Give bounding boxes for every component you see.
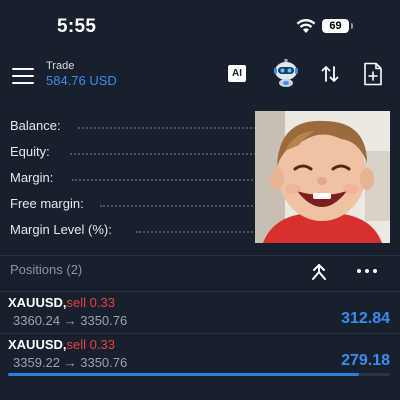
metric-equity: Equity: <box>10 142 260 162</box>
sort-icon[interactable] <box>320 64 340 84</box>
open-price: 3360.24 <box>13 313 60 328</box>
child-photo <box>255 111 390 243</box>
metric-label: Margin: <box>10 170 54 185</box>
menu-icon[interactable] <box>12 68 34 84</box>
position-side: sell 0.33 <box>66 337 115 352</box>
robot-icon[interactable] <box>273 59 299 87</box>
metric-margin-level: Margin Level (%): <box>10 220 260 240</box>
position-prices: 3359.22 → 3350.76 <box>13 355 128 370</box>
new-document-icon[interactable] <box>363 62 383 86</box>
wifi-icon <box>296 18 316 39</box>
status-bar: 5:55 69 <box>0 0 400 50</box>
account-balance: 584.76 USD <box>46 73 117 88</box>
top-toolbar: Trade 584.76 USD AI <box>0 56 400 96</box>
metric-label: Equity: <box>10 144 50 159</box>
dotted-leader <box>78 127 260 129</box>
position-prices: 3360.24 → 3350.76 <box>13 313 128 328</box>
dotted-leader <box>100 205 260 207</box>
screen-title: Trade <box>46 60 75 72</box>
battery-indicator: 69 <box>322 19 349 33</box>
battery-tip <box>351 23 353 29</box>
position-row[interactable]: XAUUSD,sell 0.33 3360.24 → 3350.76 312.8… <box>0 291 400 335</box>
merge-arrows-icon[interactable] <box>310 262 328 282</box>
current-price: 3350.76 <box>80 355 128 370</box>
current-price: 3350.76 <box>80 313 128 328</box>
positions-title: Positions (2) <box>10 262 83 277</box>
metric-label: Balance: <box>10 118 61 133</box>
ai-button[interactable]: AI <box>228 65 246 82</box>
dotted-leader <box>70 153 260 155</box>
scroll-progress-track <box>8 373 390 376</box>
status-time: 5:55 <box>57 16 97 37</box>
position-symbol: XAUUSD <box>8 295 63 310</box>
metric-balance: Balance: <box>10 116 260 136</box>
dotted-leader <box>72 179 260 181</box>
position-symbol-line: XAUUSD,sell 0.33 <box>8 337 115 352</box>
position-symbol: XAUUSD <box>8 337 63 352</box>
dotted-leader <box>136 231 260 233</box>
position-side: sell 0.33 <box>66 295 115 310</box>
metric-free-margin: Free margin: <box>10 194 260 214</box>
metric-margin: Margin: <box>10 168 260 188</box>
metric-label: Margin Level (%): <box>10 222 112 237</box>
scroll-progress-fill <box>8 373 360 376</box>
metric-label: Free margin: <box>10 196 84 211</box>
positions-header: Positions (2) <box>0 256 400 292</box>
position-row[interactable]: XAUUSD,sell 0.33 3359.22 → 3350.76 279.1… <box>0 333 400 377</box>
more-options-icon[interactable] <box>356 264 378 278</box>
position-profit: 312.84 <box>341 310 390 327</box>
position-symbol-line: XAUUSD,sell 0.33 <box>8 295 115 310</box>
position-profit: 279.18 <box>341 352 390 369</box>
open-price: 3359.22 <box>13 355 60 370</box>
